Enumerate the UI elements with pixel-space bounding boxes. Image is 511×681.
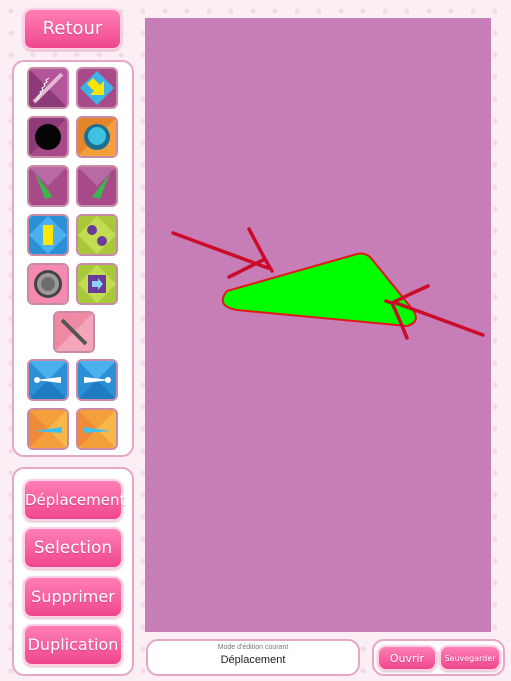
tool-spring[interactable]: [27, 67, 69, 109]
portal-icon: [78, 265, 116, 303]
select-mode-button[interactable]: Selection: [23, 527, 123, 569]
arrow-icon: [78, 69, 116, 107]
bumper-pair-icon: [78, 216, 116, 254]
right-ramp-icon: [78, 410, 116, 448]
tool-gray-bumper[interactable]: [27, 263, 69, 305]
tool-arrow[interactable]: [76, 67, 118, 109]
file-panel: Ouvrir Sauvegarder: [372, 639, 505, 676]
annotation-arrow-left: [171, 227, 274, 279]
tool-right-flipper[interactable]: [76, 165, 118, 207]
tool-right-paddle[interactable]: [76, 359, 118, 401]
spring-icon: [29, 69, 67, 107]
tool-right-ramp[interactable]: [76, 408, 118, 450]
tool-black-ball[interactable]: [27, 116, 69, 158]
open-button-label: Ouvrir: [389, 652, 425, 665]
left-paddle-icon: [29, 361, 67, 399]
save-button-label: Sauvegarder: [444, 654, 496, 663]
tool-palette: [12, 60, 134, 457]
tool-blue-ball[interactable]: [76, 116, 118, 158]
back-button[interactable]: Retour: [23, 8, 122, 50]
tool-left-flipper[interactable]: [27, 165, 69, 207]
move-mode-button[interactable]: Déplacement: [23, 479, 126, 521]
mode-panel: Déplacement Selection Supprimer Duplicat…: [12, 467, 134, 676]
tool-portal[interactable]: [76, 263, 118, 305]
duplicate-mode-label: Duplication: [27, 635, 119, 654]
tool-left-ramp[interactable]: [27, 408, 69, 450]
delete-mode-label: Supprimer: [31, 587, 115, 606]
save-button[interactable]: Sauvegarder: [439, 645, 501, 671]
tool-yellow-block[interactable]: [27, 214, 69, 256]
left-ramp-icon: [29, 410, 67, 448]
back-button-label: Retour: [42, 18, 103, 39]
status-panel: Mode d'édition courant Déplacement: [146, 639, 360, 676]
canvas-drawing: [171, 227, 485, 340]
gray-bumper-icon: [29, 265, 67, 303]
tool-left-paddle[interactable]: [27, 359, 69, 401]
blue-ball-icon: [78, 118, 116, 156]
right-paddle-icon: [78, 361, 116, 399]
delete-mode-button[interactable]: Supprimer: [23, 576, 123, 618]
move-mode-label: Déplacement: [25, 491, 126, 509]
editor-canvas[interactable]: [145, 18, 491, 632]
duplicate-mode-button[interactable]: Duplication: [23, 624, 123, 666]
open-button[interactable]: Ouvrir: [377, 645, 437, 671]
left-flipper-icon: [29, 167, 67, 205]
status-value: Déplacement: [220, 654, 286, 666]
yellow-block-icon: [29, 216, 67, 254]
select-mode-label: Selection: [33, 538, 113, 558]
wall-icon: [55, 313, 93, 351]
status-caption: Mode d'édition courant: [217, 644, 289, 651]
right-flipper-icon: [78, 167, 116, 205]
tool-wall[interactable]: [53, 311, 95, 353]
black-ball-icon: [29, 118, 67, 156]
tool-bumper-pair[interactable]: [76, 214, 118, 256]
